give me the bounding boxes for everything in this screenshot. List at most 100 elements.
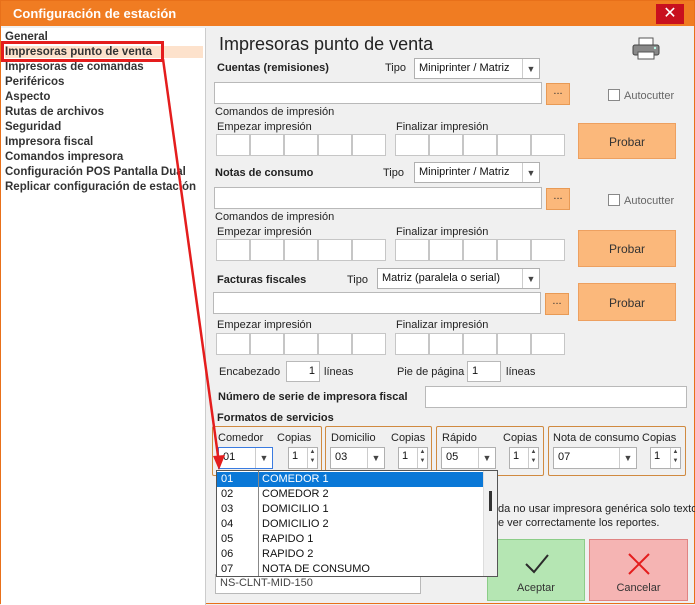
rapido-copias-stepper[interactable]: 1 ▲ ▼	[509, 447, 539, 469]
service-name-comedor: Comedor	[218, 432, 264, 444]
notas-empezar-label: Empezar impresión	[217, 226, 312, 238]
facturas-browse-button[interactable]: ...	[545, 293, 569, 315]
notas-tipo-select[interactable]: Miniprinter / Matriz ▼	[414, 162, 540, 183]
facturas-printer-input[interactable]	[213, 292, 541, 314]
notas-autocutter-checkbox[interactable]: Autocutter	[608, 194, 674, 207]
sidebar: General Impresoras punto de venta Impres…	[1, 28, 206, 605]
hint-text-line-2: e ver correctamente los reportes.	[498, 517, 660, 529]
sidebar-item-aspecto[interactable]: Aspecto	[5, 91, 50, 103]
notas-start-cmd-4[interactable]	[318, 239, 352, 261]
notas-comandos-label: Comandos de impresión	[215, 211, 335, 223]
facturas-probar-button[interactable]: Probar	[578, 283, 676, 321]
selection-highlight-box	[1, 41, 164, 62]
domicilio-format-select[interactable]: 03 ▼	[330, 447, 385, 469]
cancelar-button[interactable]: Cancelar	[589, 539, 688, 601]
sidebar-item-pos-pantalla-dual[interactable]: Configuración POS Pantalla Dual	[5, 166, 186, 178]
facturas-start-cmd-2[interactable]	[250, 333, 284, 355]
sidebar-item-impresoras-de-comandas[interactable]: Impresoras de comandas	[5, 61, 144, 73]
cuentas-start-cmd-3[interactable]	[284, 134, 318, 156]
cuentas-autocutter-label: Autocutter	[624, 90, 675, 102]
notas-end-cmd-3[interactable]	[463, 239, 497, 261]
notas-printer-input[interactable]	[214, 187, 542, 209]
notas-end-cmd-5[interactable]	[531, 239, 565, 261]
cuentas-comandos-label: Comandos de impresión	[215, 106, 335, 118]
notas-tipo-label: Tipo	[383, 167, 404, 179]
facturas-tipo-select[interactable]: Matriz (paralela o serial) ▼	[377, 268, 540, 289]
notas-tipo-value: Miniprinter / Matriz	[419, 166, 510, 178]
cuentas-label: Cuentas (remisiones)	[217, 62, 329, 74]
cuentas-start-cmd-1[interactable]	[216, 134, 250, 156]
serie-input[interactable]	[425, 386, 687, 408]
notas-browse-button[interactable]: ...	[546, 188, 570, 210]
cuentas-start-cmd-5[interactable]	[352, 134, 386, 156]
rapido-format-select[interactable]: 05 ▼	[441, 447, 496, 469]
facturas-start-cmd-4[interactable]	[318, 333, 352, 355]
pie-de-pagina-label: Pie de página	[397, 366, 465, 378]
notas-start-cmd-3[interactable]	[284, 239, 318, 261]
sidebar-item-rutas-de-archivos[interactable]: Rutas de archivos	[5, 106, 104, 118]
notas-start-cmd-2[interactable]	[250, 239, 284, 261]
service-copias-label: Copias	[503, 432, 538, 444]
notas-end-cmd-4[interactable]	[497, 239, 531, 261]
station-id-field[interactable]: NS-CLNT-MID-150	[215, 574, 421, 594]
sidebar-item-impresora-fiscal[interactable]: Impresora fiscal	[5, 136, 93, 148]
sidebar-item-perifericos[interactable]: Periféricos	[5, 76, 64, 88]
page-title: Impresoras punto de venta	[219, 34, 434, 54]
serie-label: Número de serie de impresora fiscal	[218, 391, 408, 403]
cuentas-probar-button[interactable]: Probar	[578, 123, 676, 159]
service-name-nota-de-consumo: Nota de consumo	[553, 432, 640, 444]
cuentas-end-cmd-5[interactable]	[531, 134, 565, 156]
checkbox-box	[608, 89, 620, 101]
cuentas-end-cmd-3[interactable]	[463, 134, 497, 156]
cuentas-end-cmd-1[interactable]	[395, 134, 429, 156]
scrollbar-thumb[interactable]	[489, 491, 492, 511]
dropdown-scrollbar[interactable]	[483, 471, 497, 576]
notas-finalizar-label: Finalizar impresión	[396, 226, 489, 238]
nota-consumo-copias-stepper[interactable]: 1 ▲ ▼	[650, 447, 681, 469]
cuentas-printer-input[interactable]	[214, 82, 542, 104]
facturas-end-cmd-4[interactable]	[497, 333, 531, 355]
chevron-down-icon: ▼	[367, 448, 384, 468]
service-copias-label: Copias	[391, 432, 426, 444]
facturas-end-cmd-3[interactable]	[463, 333, 497, 355]
notas-end-cmd-1[interactable]	[395, 239, 429, 261]
comedor-copias-stepper[interactable]: 1 ▲ ▼	[288, 447, 318, 469]
sidebar-item-seguridad[interactable]: Seguridad	[5, 121, 61, 133]
close-button[interactable]: ✕	[656, 4, 684, 24]
sidebar-item-replicar-configuracion[interactable]: Replicar configuración de estación	[5, 181, 196, 193]
comedor-format-select[interactable]: 01 ▼	[218, 447, 273, 469]
cuentas-end-cmd-2[interactable]	[429, 134, 463, 156]
cuentas-end-cmd-4[interactable]	[497, 134, 531, 156]
nota-consumo-format-value: 07	[558, 451, 571, 463]
encabezado-input[interactable]: 1	[286, 361, 320, 382]
notas-start-cmd-1[interactable]	[216, 239, 250, 261]
updown-icon: ▲ ▼	[528, 448, 538, 468]
cuentas-tipo-select[interactable]: Miniprinter / Matriz ▼	[414, 58, 540, 79]
notas-probar-button[interactable]: Probar	[578, 230, 676, 267]
domicilio-copias-stepper[interactable]: 1 ▲ ▼	[398, 447, 428, 469]
pie-de-pagina-input[interactable]: 1	[467, 361, 501, 382]
facturas-end-cmd-2[interactable]	[429, 333, 463, 355]
aceptar-button[interactable]: Aceptar	[487, 539, 585, 601]
hint-text-line-1: da no usar impresora genérica solo texto	[498, 503, 695, 515]
facturas-end-cmd-5[interactable]	[531, 333, 565, 355]
aceptar-label: Aceptar	[517, 582, 555, 594]
facturas-finalizar-label: Finalizar impresión	[396, 319, 489, 331]
cuentas-autocutter-checkbox[interactable]: Autocutter	[608, 89, 674, 102]
facturas-start-cmd-5[interactable]	[352, 333, 386, 355]
nota-consumo-format-select[interactable]: 07 ▼	[553, 447, 637, 469]
cuentas-start-cmd-4[interactable]	[318, 134, 352, 156]
notas-start-cmd-5[interactable]	[352, 239, 386, 261]
dropdown-column-divider	[258, 471, 259, 576]
facturas-end-cmd-1[interactable]	[395, 333, 429, 355]
sidebar-item-comandos-impresora[interactable]: Comandos impresora	[5, 151, 123, 163]
format-dropdown-list[interactable]: 01 COMEDOR 1 02 COMEDOR 2 03 DOMICILIO 1 04…	[216, 470, 498, 577]
facturas-start-cmd-1[interactable]	[216, 333, 250, 355]
cuentas-start-cmd-2[interactable]	[250, 134, 284, 156]
facturas-start-cmd-3[interactable]	[284, 333, 318, 355]
cuentas-empezar-label: Empezar impresión	[217, 121, 312, 133]
notas-end-cmd-2[interactable]	[429, 239, 463, 261]
rapido-format-value: 05	[446, 451, 459, 463]
encabezado-label: Encabezado	[219, 366, 281, 378]
cuentas-browse-button[interactable]: ...	[546, 83, 570, 105]
